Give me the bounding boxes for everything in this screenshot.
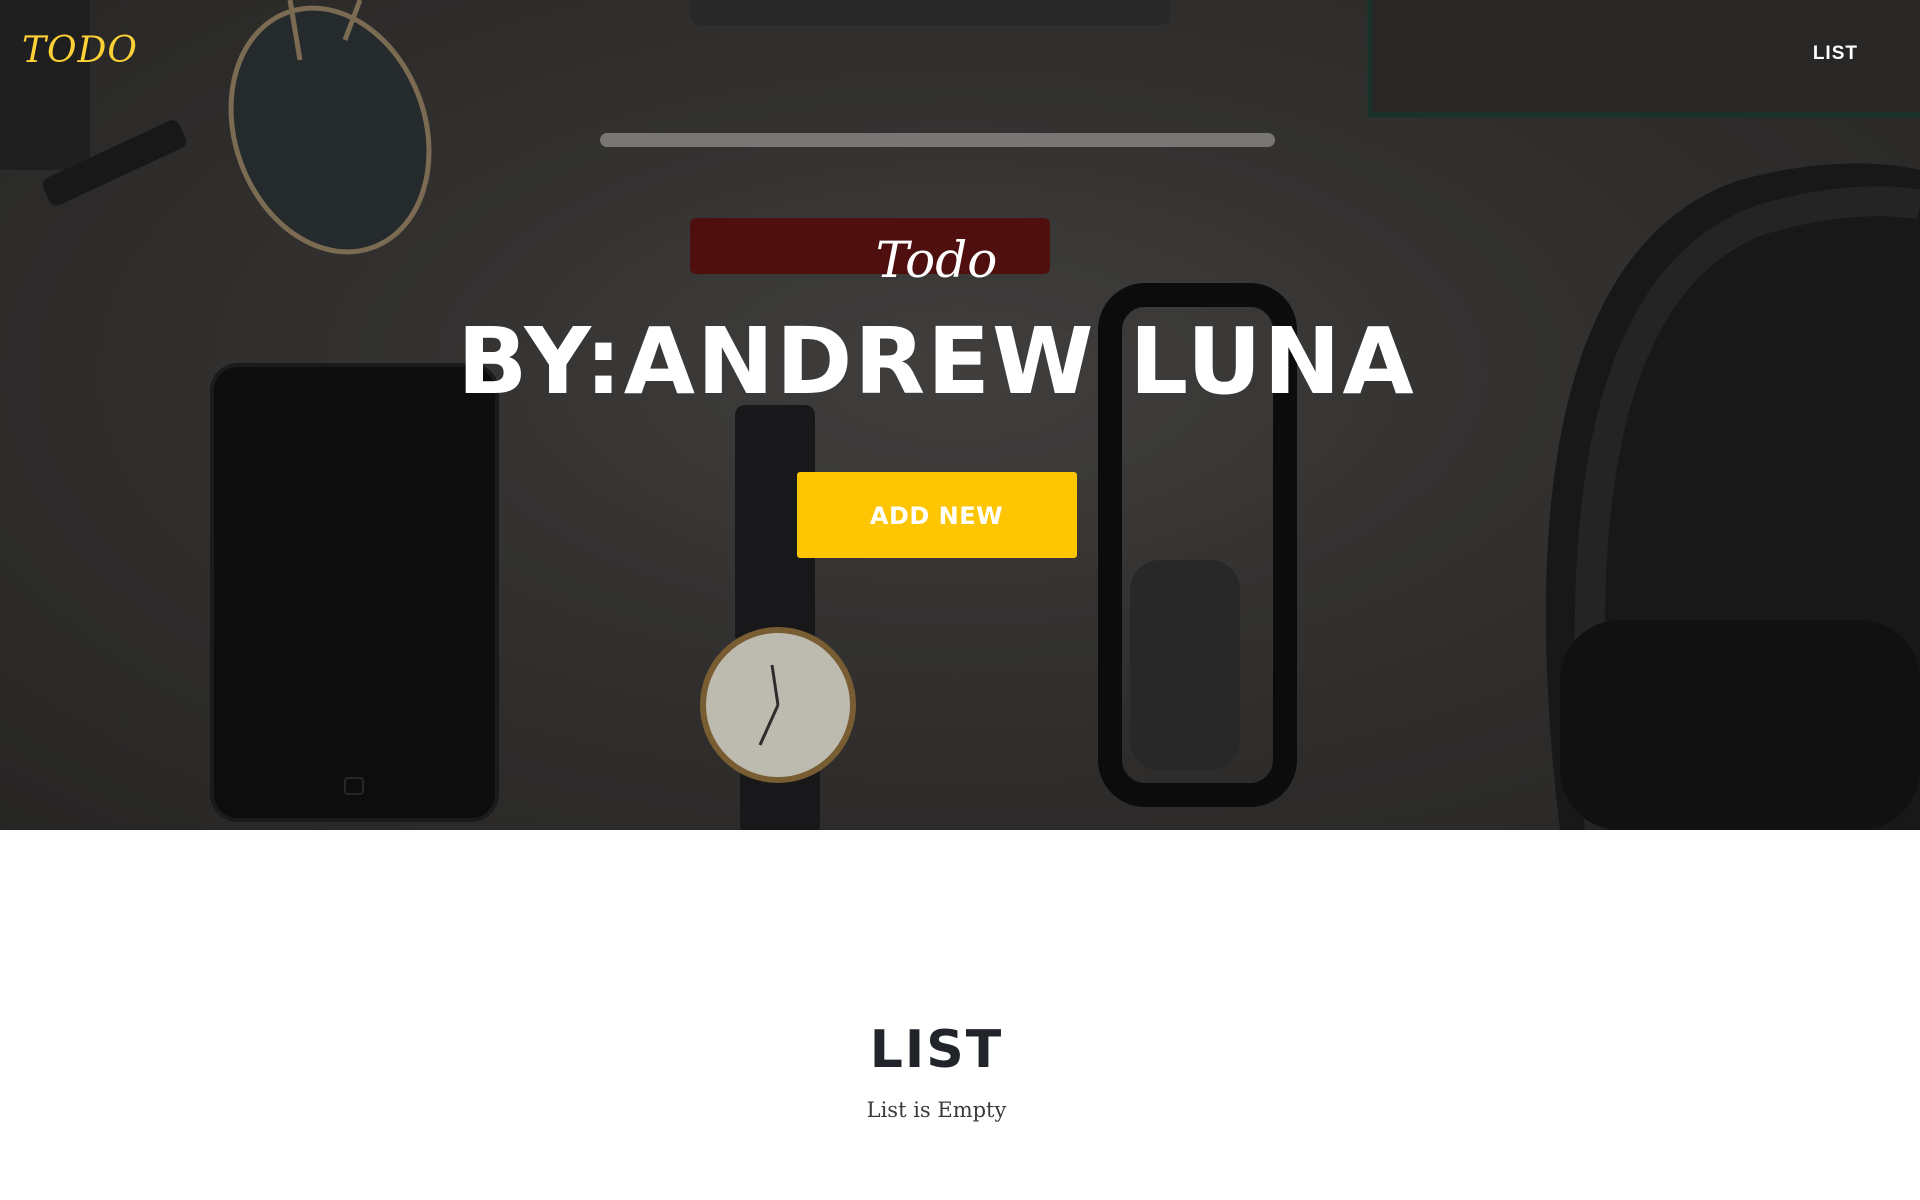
list-empty-message: List is Empty xyxy=(866,1098,1007,1122)
list-heading: LIST xyxy=(869,1020,1004,1080)
add-new-button[interactable]: ADD NEW xyxy=(796,472,1077,558)
list-section: LIST List is Empty xyxy=(0,830,1920,1200)
hero-section: TODO LIST Todo BY:ANDREW LUNA ADD NEW xyxy=(0,0,1920,830)
hero-subheading: Todo xyxy=(875,231,998,289)
navbar: TODO LIST xyxy=(0,0,1920,110)
nav-link-list[interactable]: LIST xyxy=(1813,43,1858,65)
brand-logo[interactable]: TODO xyxy=(22,30,138,71)
hero-content: Todo BY:ANDREW LUNA ADD NEW xyxy=(0,230,1873,558)
hero-heading: BY:ANDREW LUNA xyxy=(457,308,1416,415)
